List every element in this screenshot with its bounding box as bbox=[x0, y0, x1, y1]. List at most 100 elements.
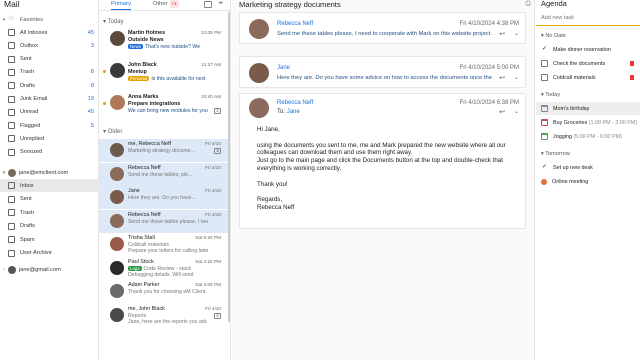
account-label: jane@emclient.com bbox=[19, 169, 69, 176]
task-item[interactable]: Coldcall materials bbox=[536, 71, 640, 84]
list-item[interactable]: me, John Black Fri 4/10 Reports Jane, here … bbox=[99, 304, 230, 327]
folder-icon bbox=[8, 209, 15, 216]
sidebar-item-all-inboxes[interactable]: All Inboxes 45 bbox=[0, 26, 99, 39]
account-jane-emclient[interactable]: ▾ jane@emclient.com bbox=[0, 166, 99, 179]
event-item[interactable]: Online meeting bbox=[536, 175, 640, 188]
sidebar-item-label: Snoozed bbox=[20, 149, 43, 156]
tab-other[interactable]: Other +1 bbox=[153, 0, 179, 10]
event-item[interactable]: ✓ Set up new desk bbox=[536, 161, 640, 174]
event-item[interactable]: Jogging (5:00 PM - 6:00 PM) bbox=[536, 130, 640, 143]
tab-primary[interactable]: Primary bbox=[111, 0, 131, 10]
body-line: colleagues can download them and use the… bbox=[257, 149, 413, 157]
calendar-icon bbox=[541, 119, 548, 126]
compose-icon[interactable] bbox=[204, 1, 212, 8]
app-title: Mail bbox=[4, 0, 20, 9]
reply-icon[interactable]: ↩ bbox=[499, 74, 505, 82]
sidebar-item-trash[interactable]: Trash bbox=[0, 206, 99, 219]
check-icon[interactable]: ✓ bbox=[541, 46, 548, 53]
reply-icon[interactable]: ↩ bbox=[499, 108, 505, 116]
flag-icon[interactable] bbox=[630, 61, 634, 66]
list-item[interactable]: Paul Stock Sat 4:15 PM Logs Code Review - s… bbox=[99, 257, 230, 280]
message-card-expanded: Rebecca Neff Fri 4/10/2024 6:38 PM To: J… bbox=[239, 93, 526, 229]
sidebar-item-trash[interactable]: Trash 8 bbox=[0, 66, 99, 79]
sidebar-item-sent[interactable]: Sent bbox=[0, 53, 99, 66]
sidebar-item-label: Sent bbox=[20, 56, 32, 63]
chevron-down-icon[interactable]: ⌄ bbox=[514, 30, 519, 37]
favorites-group[interactable]: ▾ ☆ Favorites bbox=[0, 13, 99, 26]
task-item[interactable]: Check the documents bbox=[536, 57, 640, 70]
folder-icon bbox=[8, 236, 15, 243]
sender-name: Trisha Stall bbox=[128, 235, 155, 241]
filter-icon[interactable]: ⏷ bbox=[218, 0, 224, 8]
sidebar-item-unread[interactable]: Unread 45 bbox=[0, 106, 99, 119]
message-preview-line: News That's new outside? We bbox=[128, 44, 208, 50]
message-subject: Meetup bbox=[128, 69, 147, 75]
message-preview: Here they are. Do you have some advice o… bbox=[277, 75, 492, 81]
sidebar-item-spam[interactable]: Spam bbox=[0, 233, 99, 246]
checkbox-icon[interactable] bbox=[541, 74, 548, 81]
sidebar-item-junk-email[interactable]: Junk Email 19 bbox=[0, 93, 99, 106]
print-icon[interactable]: ⎙ bbox=[525, 0, 531, 8]
sender-name[interactable]: Rebecca Neff bbox=[277, 100, 313, 106]
account-jane-gmail[interactable]: › jane@gmail.com bbox=[0, 263, 99, 276]
avatar bbox=[110, 307, 124, 322]
unread-count: 8 bbox=[90, 82, 94, 89]
message-date: 11:27 AM bbox=[201, 62, 221, 67]
sidebar-item-label: All Inboxes bbox=[20, 29, 48, 36]
list-item[interactable]: John Black 11:27 AM Meetup Personal Is this … bbox=[99, 59, 230, 89]
no-date-label: No Date bbox=[545, 33, 566, 39]
list-item[interactable]: Jane Fri 4/10 Here they are. Do you have..… bbox=[99, 186, 230, 209]
chevron-down-icon[interactable]: ⌄ bbox=[514, 74, 519, 81]
sidebar-item-snoozed[interactable]: Snoozed bbox=[0, 146, 99, 159]
avatar bbox=[110, 143, 124, 157]
add-task-input[interactable]: Add new task bbox=[536, 12, 640, 26]
sidebar-item-unreplied[interactable]: Unreplied bbox=[0, 132, 99, 145]
message-preview: Send me these tables please. I need bbox=[128, 218, 208, 225]
recipient-name[interactable]: Jane bbox=[287, 109, 300, 115]
sidebar-item-user-archive[interactable]: User Archive bbox=[0, 247, 99, 260]
avatar bbox=[249, 63, 269, 83]
message-preview: Thank you for choosing eM Client. bbox=[128, 289, 207, 295]
body-line: using the documents you sent to me, me a… bbox=[257, 141, 506, 149]
meeting-icon bbox=[541, 178, 547, 185]
message-card[interactable]: Jane Fri 4/10/2024 5:00 PM Here they are… bbox=[239, 56, 526, 88]
list-item[interactable]: Martin Holmes 12:05 PM Outside News News Tha… bbox=[99, 27, 230, 57]
task-label: Make dinner reservation bbox=[553, 46, 611, 53]
sidebar-item-label: Drafts bbox=[20, 223, 35, 229]
sidebar-item-outbox[interactable]: Outbox 3 bbox=[0, 39, 99, 52]
list-item[interactable]: Trisha Stall Sat 5:20 PM Coldcall material… bbox=[99, 233, 230, 256]
calendar-icon bbox=[541, 133, 548, 140]
list-scrollbar[interactable] bbox=[228, 12, 230, 322]
checkbox-icon[interactable] bbox=[541, 60, 548, 67]
avatar bbox=[110, 63, 125, 78]
sidebar-item-sent[interactable]: Sent bbox=[0, 193, 99, 206]
avatar bbox=[110, 284, 124, 298]
message-preview: We can bring new modules for you bbox=[128, 108, 208, 114]
sender-name: Rebecca Neff bbox=[277, 21, 314, 27]
list-item[interactable]: Adam Parker Sat 4:05 PM Thank you for choo… bbox=[99, 280, 230, 303]
flag-icon[interactable] bbox=[630, 75, 634, 80]
sender-name: me, Rebecca Neff bbox=[128, 141, 172, 147]
reply-icon[interactable]: ↩ bbox=[499, 30, 505, 38]
sender-name: Paul Stock bbox=[128, 258, 154, 265]
list-item[interactable]: me, Rebecca Neff Fri 4/10 Marketing strate… bbox=[99, 139, 230, 162]
checkbox-icon: ✓ bbox=[541, 164, 548, 170]
event-item[interactable]: Buy Groceries (1:00 PM - 2:00 PM) bbox=[536, 116, 640, 129]
event-item[interactable]: Mom's birthday bbox=[536, 102, 640, 115]
list-item[interactable]: Rebecca Neff Fri 4/10 Send me these tables… bbox=[99, 209, 230, 233]
message-preview-line: Here they are. Do you have... bbox=[128, 195, 208, 201]
sidebar-item-label: Unread bbox=[20, 109, 39, 116]
message-card[interactable]: Rebecca Neff Fri 4/10/2024 4:38 PM Send … bbox=[239, 12, 526, 44]
sidebar-item-drafts[interactable]: Drafts 8 bbox=[0, 79, 99, 92]
list-item[interactable]: Anna Marks 10:40 AM Prepare integrations We… bbox=[99, 91, 230, 121]
list-item[interactable]: Rebecca Neff Fri 4/10 Send me these tables… bbox=[99, 162, 230, 186]
sender-name: Martin Holmes bbox=[128, 30, 166, 36]
task-item[interactable]: ✓ Make dinner reservation bbox=[536, 43, 640, 56]
sidebar-item-inbox[interactable]: Inbox bbox=[0, 179, 99, 192]
sidebar-item-flagged[interactable]: Flagged 5 bbox=[0, 119, 99, 132]
sidebar-item-drafts[interactable]: Drafts bbox=[0, 220, 99, 233]
sidebar-item-label: Flagged bbox=[20, 122, 41, 129]
chevron-down-icon[interactable]: ⌄ bbox=[514, 108, 519, 115]
message-preview: Marketing strategy docume... bbox=[128, 148, 195, 154]
message-preview-line: Send me these tables, ple... bbox=[128, 172, 208, 178]
